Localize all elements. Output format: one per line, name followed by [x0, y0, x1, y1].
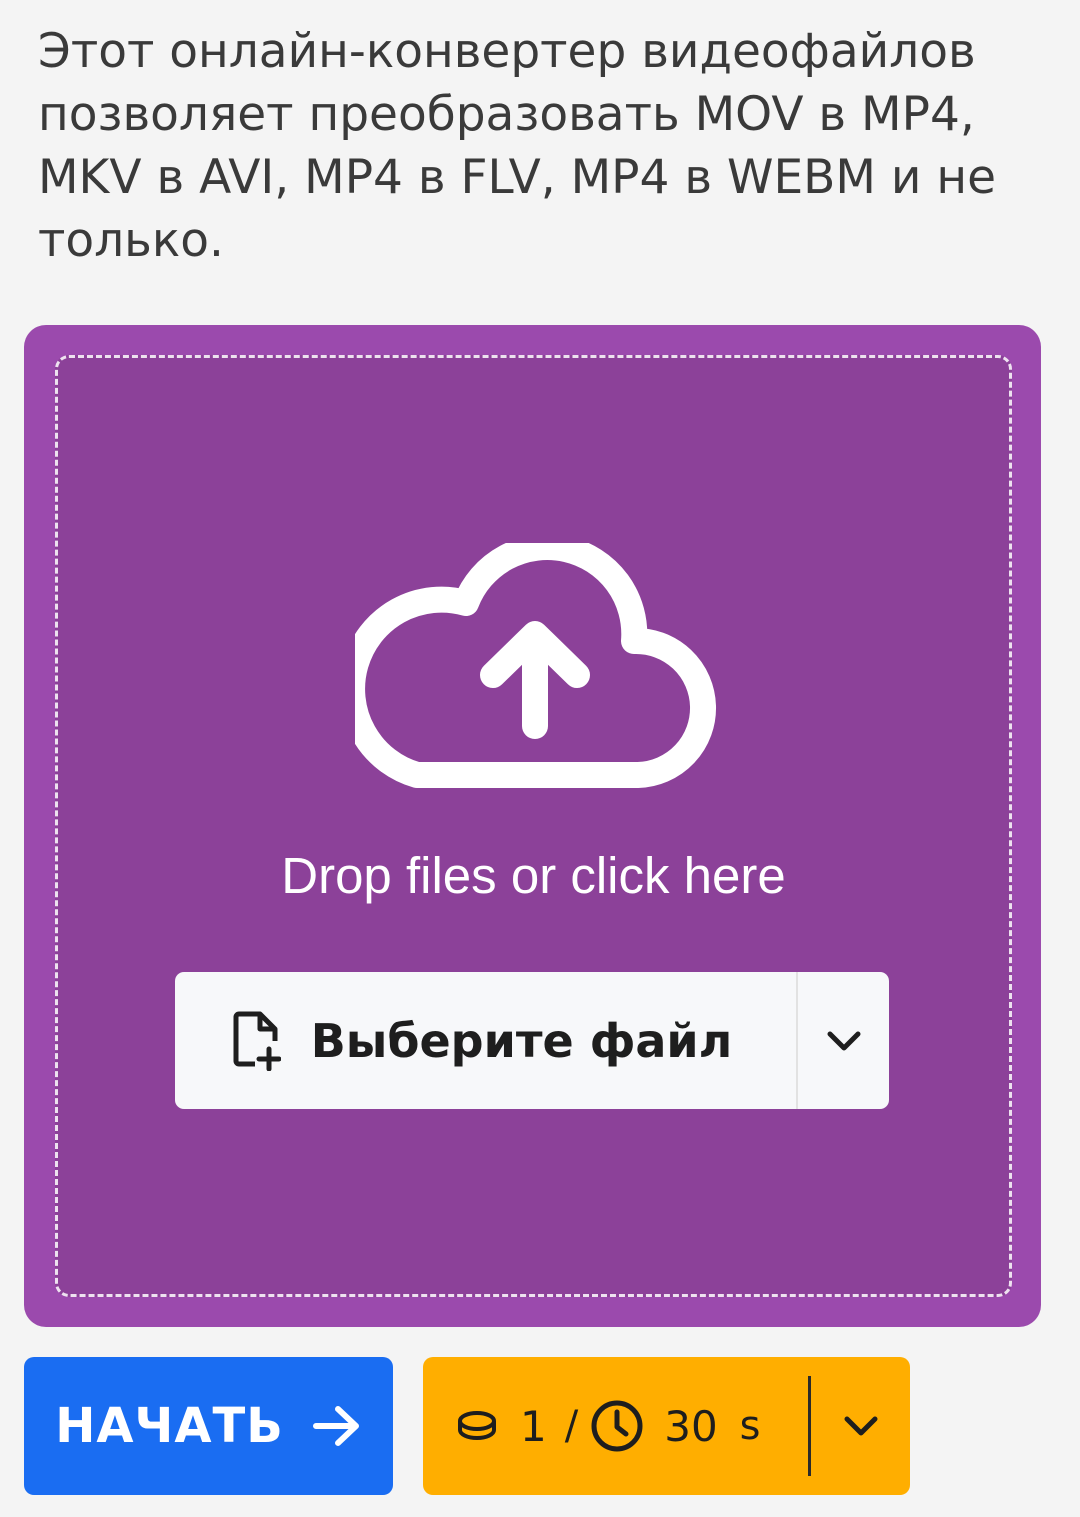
credits-count: 1 — [520, 1401, 547, 1451]
intro-text: Этот онлайн-конвертер видеофайлов позвол… — [38, 24, 997, 268]
choose-file-dropdown[interactable] — [798, 972, 889, 1109]
cost-dropdown[interactable] — [811, 1357, 910, 1495]
choose-file-button[interactable]: Выберите файл — [175, 972, 796, 1109]
cloud-upload-icon — [355, 543, 717, 788]
drop-files-text: Drop files or click here — [281, 847, 786, 904]
cost-separator: / — [564, 1403, 579, 1449]
arrow-right-icon — [312, 1406, 359, 1446]
file-add-icon — [233, 1011, 281, 1071]
choose-file-label: Выберите файл — [310, 1013, 733, 1068]
start-button[interactable]: НАЧАТЬ — [24, 1357, 393, 1495]
chevron-down-icon — [827, 1031, 860, 1050]
upload-panel: Drop files or click here Выберите файл — [24, 325, 1041, 1327]
file-dropzone[interactable]: Drop files or click here Выберите файл — [55, 355, 1012, 1297]
coin-icon — [458, 1411, 496, 1440]
time-unit: s — [739, 1403, 761, 1449]
clock-icon — [591, 1400, 643, 1452]
choose-file-control: Выберите файл — [175, 972, 889, 1109]
conversion-cost-control: 1 / 30 s — [423, 1357, 910, 1495]
time-value: 30 — [664, 1401, 718, 1451]
conversion-cost-info[interactable]: 1 / 30 s — [423, 1357, 808, 1495]
start-button-label: НАЧАТЬ — [55, 1398, 284, 1454]
chevron-down-icon — [844, 1416, 877, 1436]
